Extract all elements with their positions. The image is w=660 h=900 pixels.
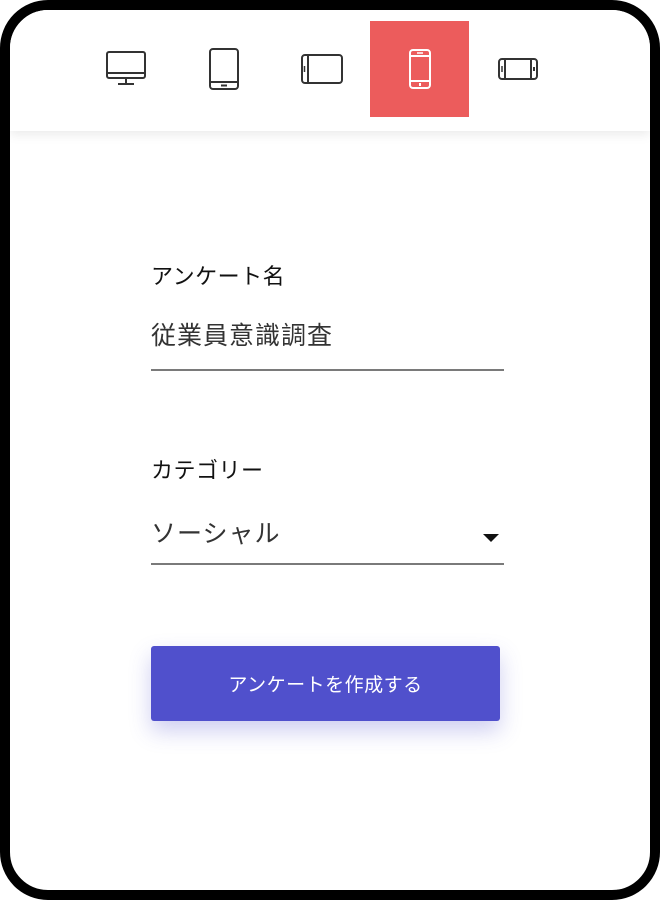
create-survey-button[interactable]: アンケートを作成する xyxy=(151,646,500,721)
tablet-landscape-icon xyxy=(300,52,344,86)
category-label: カテゴリー xyxy=(151,459,264,484)
caret-down-icon[interactable] xyxy=(483,534,499,542)
device-frame: アンケート名 従業員意識調査 カテゴリー ソーシャル アンケートを作成する xyxy=(0,0,660,900)
survey-form: アンケート名 従業員意識調査 カテゴリー ソーシャル アンケートを作成する xyxy=(10,131,650,831)
survey-name-label: アンケート名 xyxy=(151,265,286,290)
tablet-portrait-icon xyxy=(207,47,241,91)
phone-portrait-icon xyxy=(407,48,433,90)
category-select[interactable]: ソーシャル xyxy=(151,514,281,550)
phone-portrait-view-button[interactable] xyxy=(370,21,469,117)
desktop-monitor-icon xyxy=(104,49,148,89)
category-underline xyxy=(151,563,504,565)
device-toolbar xyxy=(10,10,650,131)
survey-name-underline xyxy=(151,369,504,371)
survey-name-input[interactable]: 従業員意識調査 xyxy=(151,316,333,352)
desktop-view-button[interactable] xyxy=(76,21,175,117)
tablet-portrait-view-button[interactable] xyxy=(174,21,273,117)
phone-landscape-view-button[interactable] xyxy=(468,21,567,117)
tablet-landscape-view-button[interactable] xyxy=(272,21,371,117)
phone-landscape-icon xyxy=(497,56,539,82)
